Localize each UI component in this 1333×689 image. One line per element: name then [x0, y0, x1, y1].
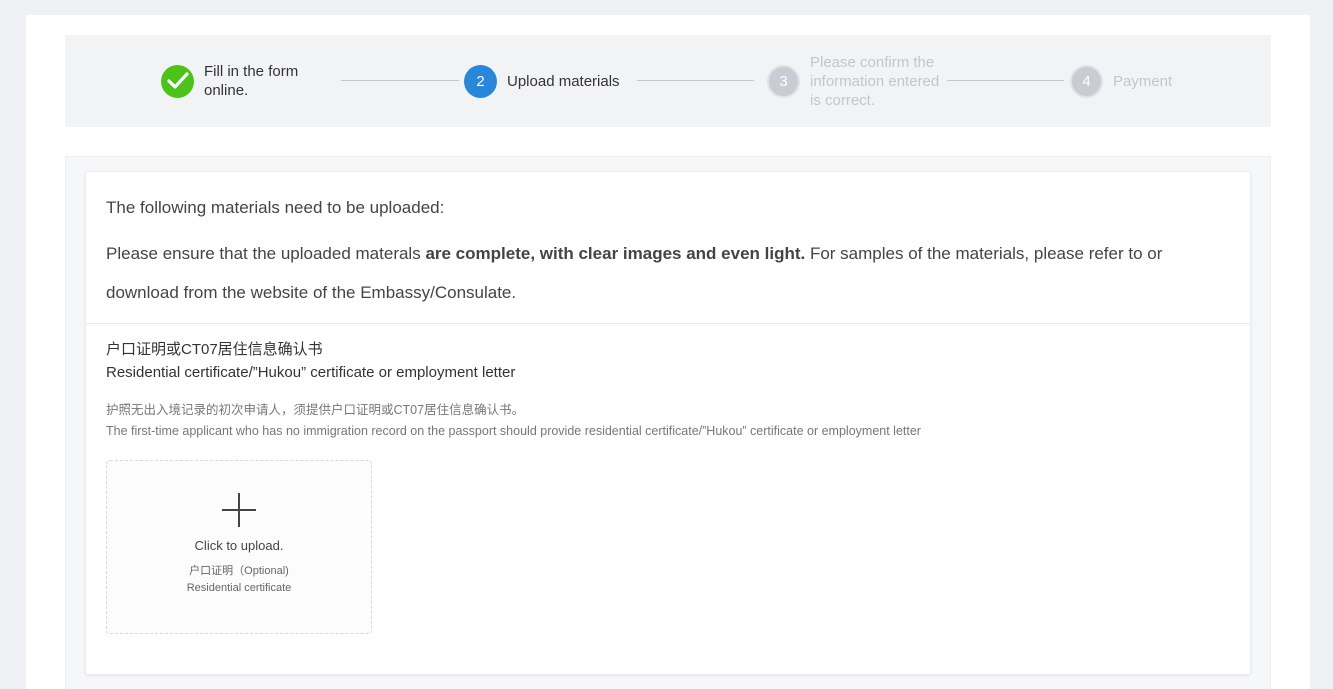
step-label: Fill in the form online.: [204, 63, 299, 99]
step-number-badge: 2: [464, 64, 497, 98]
step-connector: [637, 80, 754, 81]
step-number-badge: 4: [1070, 64, 1103, 98]
step-connector: [341, 80, 459, 81]
section-title-cn: 户口证明或CT07居住信息确认书: [106, 341, 323, 358]
upload-sub-cn: 户口证明（Optional): [189, 565, 289, 577]
upload-sub-en: Residential certificate: [186, 582, 292, 594]
divider: [86, 323, 1250, 324]
upload-dropzone[interactable]: Click to upload. 户口证明（Optional) Resident…: [106, 460, 372, 634]
intro-instructions: Please ensure that the uploaded materals…: [106, 235, 1226, 312]
intro-prefix: Please ensure that the uploaded materals: [106, 244, 426, 263]
step-label: Please confirm the information entered i…: [810, 53, 940, 109]
materials-card: The following materials need to be uploa…: [85, 171, 1251, 675]
step-number-badge: 3: [767, 64, 800, 98]
step-upload-materials: 2 Upload materials: [464, 35, 637, 127]
page: Fill in the form online. 2 Upload materi…: [26, 15, 1310, 689]
material-section: 户口证明或CT07居住信息确认书 Residential certificate…: [106, 340, 921, 442]
note-cn: 护照无出入境记录的初次申请人，须提供户口证明或CT07居住信息确认书。: [106, 403, 525, 417]
step-payment: 4 Payment: [1070, 35, 1193, 127]
step-fill-form: Fill in the form online.: [161, 35, 322, 127]
note-en: The first-time applicant who has no immi…: [106, 424, 921, 438]
check-icon: [161, 64, 194, 98]
section-note: 护照无出入境记录的初次申请人，须提供户口证明或CT07居住信息确认书。 The …: [106, 400, 921, 442]
intro-emphasis: are complete, with clear images and even…: [425, 244, 806, 263]
step-connector: [947, 80, 1064, 81]
upload-label: Click to upload.: [194, 538, 284, 553]
section-title-en: Residential certificate/”Hukou” certific…: [106, 364, 516, 381]
plus-icon: [222, 493, 256, 527]
step-label: Upload materials: [507, 72, 620, 90]
step-confirm-info: 3 Please confirm the information entered…: [767, 35, 950, 127]
intro-heading: The following materials need to be uploa…: [106, 198, 445, 217]
intro-text: The following materials need to be uploa…: [106, 196, 1226, 312]
progress-stepper: Fill in the form online. 2 Upload materi…: [65, 35, 1271, 127]
step-label: Payment: [1113, 72, 1173, 90]
